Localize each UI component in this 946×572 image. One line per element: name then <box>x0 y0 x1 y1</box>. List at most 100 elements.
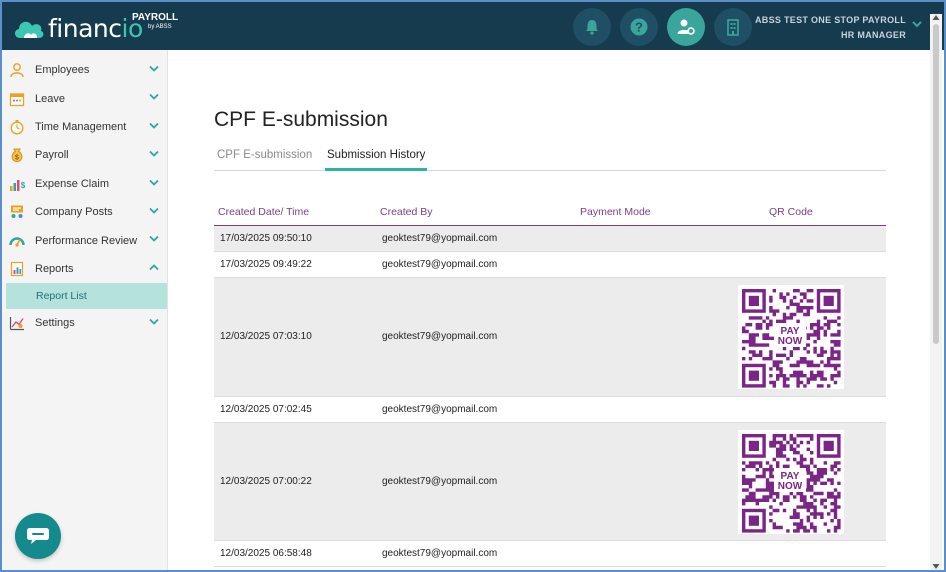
sidebar: Employees Leave Time Management $ Payrol… <box>2 50 168 570</box>
sidebar-item-label: Payroll <box>35 149 69 162</box>
chevron-down-icon <box>149 236 159 243</box>
svg-text:?: ? <box>635 20 643 35</box>
sidebar-item-employees[interactable]: Employees <box>2 56 167 84</box>
user-settings-button[interactable] <box>667 8 705 46</box>
top-bar: financio PAYROLL by ABSS ? ABSS TEST ONE… <box>2 2 944 50</box>
column-header-payment-mode[interactable]: Payment Mode <box>580 206 651 218</box>
sidebar-item-label: Settings <box>35 317 75 330</box>
bell-icon <box>586 20 598 35</box>
column-header-date[interactable]: Created Date/ Time <box>218 206 309 218</box>
page-title: CPF E-submission <box>214 108 388 131</box>
logo-by: by ABSS <box>148 24 172 30</box>
cell-date: 12/03/2025 06:58:48 <box>220 548 312 559</box>
user-gear-icon <box>677 19 695 35</box>
cell-created-by: geoktest79@yopmail.com <box>382 259 498 270</box>
cell-created-by: geoktest79@yopmail.com <box>382 476 498 487</box>
sidebar-item-label: Expense Claim <box>35 177 109 190</box>
org-info[interactable]: ABSS TEST ONE STOP PAYROLL HR MANAGER <box>755 13 906 43</box>
table-header: Created Date/ Time Created By Payment Mo… <box>214 202 886 226</box>
cell-date: 12/03/2025 07:03:10 <box>220 331 312 342</box>
qr-graphic: PAYNOW <box>741 433 841 533</box>
notification-button[interactable] <box>573 8 611 46</box>
table-row[interactable]: 17/03/2025 09:50:10 geoktest79@yopmail.c… <box>214 226 886 252</box>
building-icon <box>727 19 739 36</box>
user-role: HR MANAGER <box>841 30 906 40</box>
stopwatch-icon <box>8 118 26 136</box>
app-window: financio PAYROLL by ABSS ? ABSS TEST ONE… <box>0 0 946 572</box>
cell-created-by: geoktest79@yopmail.com <box>382 331 498 342</box>
scroll-up-arrow-icon[interactable] <box>932 14 940 21</box>
cell-created-by: geoktest79@yopmail.com <box>382 548 498 559</box>
sidebar-item-payroll[interactable]: $ Payroll <box>2 141 167 169</box>
scroll-down-arrow-icon[interactable] <box>932 563 940 570</box>
help-button[interactable]: ? <box>620 8 658 46</box>
table-row[interactable]: 17/03/2025 09:49:22 geoktest79@yopmail.c… <box>214 252 886 278</box>
paynow-qr-code[interactable]: PAY NOW <box>738 430 844 534</box>
company-button[interactable] <box>714 8 752 46</box>
svg-text:$: $ <box>15 155 19 162</box>
cell-created-by: geoktest79@yopmail.com <box>382 233 498 244</box>
chevron-down-icon <box>149 65 159 72</box>
sidebar-item-label: Reports <box>35 262 74 275</box>
sidebar-subitem-report-list[interactable]: Report List <box>6 283 167 310</box>
financio-logo[interactable]: financio PAYROLL by ABSS <box>12 10 182 44</box>
svg-text:NOW: NOW <box>778 336 803 347</box>
sidebar-item-label: Performance Review <box>35 234 138 247</box>
sidebar-item-settings[interactable]: Settings <box>2 309 167 337</box>
chevron-down-icon <box>149 179 159 186</box>
cell-date: 17/03/2025 09:49:22 <box>220 259 312 270</box>
svg-text:NOW: NOW <box>778 481 803 492</box>
cell-date: 17/03/2025 09:50:10 <box>220 233 312 244</box>
person-icon <box>8 61 26 79</box>
vertical-scrollbar[interactable] <box>930 14 942 570</box>
qr-graphic: PAYNOW <box>741 288 841 388</box>
svg-text:$: $ <box>21 181 25 190</box>
table-row[interactable]: 12/03/2025 07:00:22 geoktest79@yopmail.c… <box>214 423 886 541</box>
sidebar-item-expense-claim[interactable]: $ Expense Claim <box>2 170 167 198</box>
money-bag-icon: $ <box>8 146 26 164</box>
org-name: ABSS TEST ONE STOP PAYROLL <box>755 15 906 25</box>
question-icon: ? <box>630 18 648 36</box>
posts-icon <box>8 203 26 221</box>
chat-button[interactable] <box>15 513 61 559</box>
sidebar-item-performance-review[interactable]: Performance Review <box>2 226 167 254</box>
sidebar-item-label: Employees <box>35 64 90 77</box>
sidebar-item-label: Company Posts <box>35 206 113 219</box>
chevron-up-icon <box>149 263 159 270</box>
chat-bubble-icon <box>27 528 49 544</box>
cell-created-by: geoktest79@yopmail.com <box>382 404 498 415</box>
report-icon <box>8 260 26 278</box>
logo-wordmark: financio <box>48 14 143 43</box>
tab-bar: CPF E-submission Submission History <box>214 146 886 171</box>
tab-cpf-e-submission[interactable]: CPF E-submission <box>215 146 314 171</box>
column-header-qr-code[interactable]: QR Code <box>769 206 813 218</box>
chevron-down-icon <box>149 94 159 101</box>
logo-product: PAYROLL <box>132 12 179 23</box>
chevron-down-icon <box>149 318 159 325</box>
chevron-down-icon <box>149 122 159 129</box>
table-row[interactable]: 12/03/2025 07:02:45 geoktest79@yopmail.c… <box>214 397 886 423</box>
scrollbar-thumb[interactable] <box>933 24 939 344</box>
cell-date: 12/03/2025 07:02:45 <box>220 404 312 415</box>
sidebar-item-time-management[interactable]: Time Management <box>2 113 167 141</box>
settings-chart-icon <box>8 314 26 332</box>
sidebar-item-company-posts[interactable]: Company Posts <box>2 198 167 226</box>
expense-chart-icon: $ <box>8 175 26 193</box>
paynow-qr-code[interactable]: PAY NOW <box>738 285 844 389</box>
sidebar-item-label: Leave <box>35 92 65 105</box>
cloud-logo-icon <box>14 21 44 38</box>
chevron-down-icon <box>149 151 159 157</box>
chevron-down-icon <box>149 207 159 214</box>
sidebar-item-reports[interactable]: Reports <box>2 255 167 283</box>
chevron-down-icon[interactable] <box>912 20 922 28</box>
column-header-created-by[interactable]: Created By <box>380 206 433 218</box>
table-row[interactable]: 12/03/2025 06:58:48 geoktest79@yopmail.c… <box>214 541 886 567</box>
sidebar-item-label: Time Management <box>35 120 127 133</box>
submission-history-table: Created Date/ Time Created By Payment Mo… <box>214 202 886 567</box>
gauge-icon <box>8 232 26 250</box>
table-row[interactable]: 12/03/2025 07:03:10 geoktest79@yopmail.c… <box>214 278 886 397</box>
tab-submission-history[interactable]: Submission History <box>325 146 428 171</box>
sidebar-item-leave[interactable]: Leave <box>2 84 167 112</box>
calendar-icon <box>8 90 26 108</box>
cell-date: 12/03/2025 07:00:22 <box>220 476 312 487</box>
